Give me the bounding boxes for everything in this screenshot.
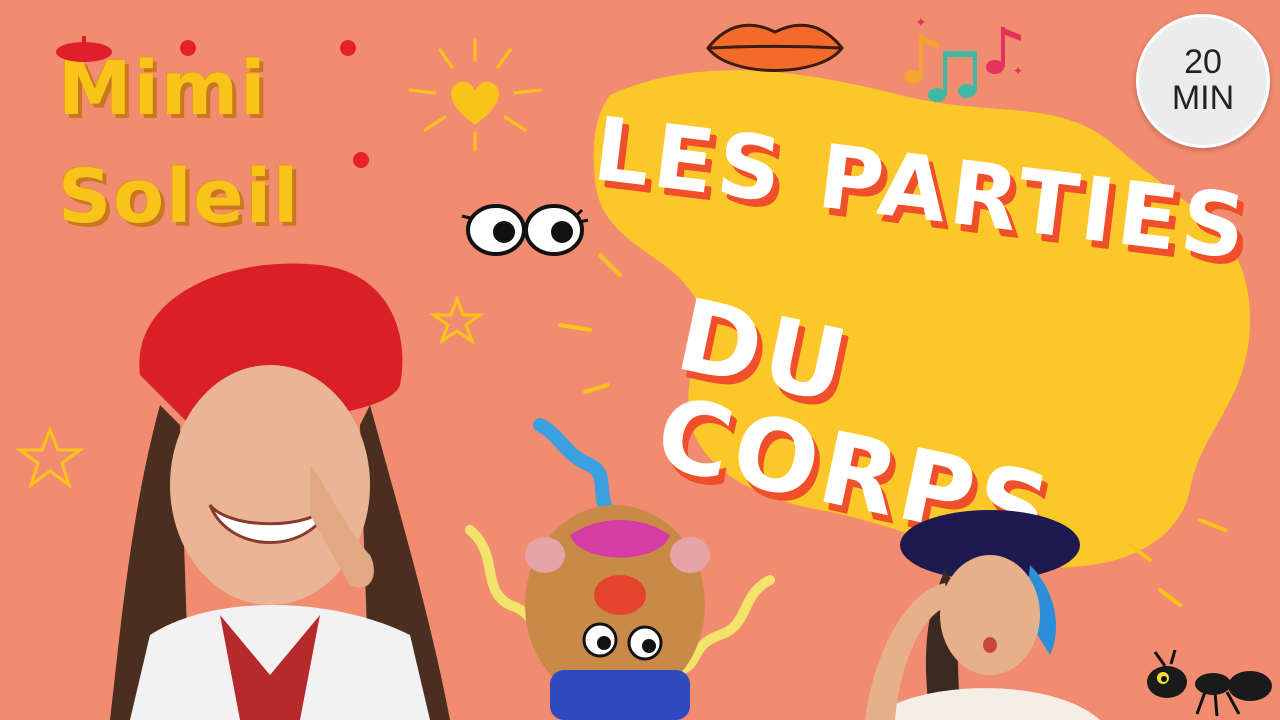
presenter-photo [110,263,450,720]
potato-toy-image [465,418,775,720]
second-presenter-photo [865,510,1100,720]
ant-icon [1147,649,1272,717]
